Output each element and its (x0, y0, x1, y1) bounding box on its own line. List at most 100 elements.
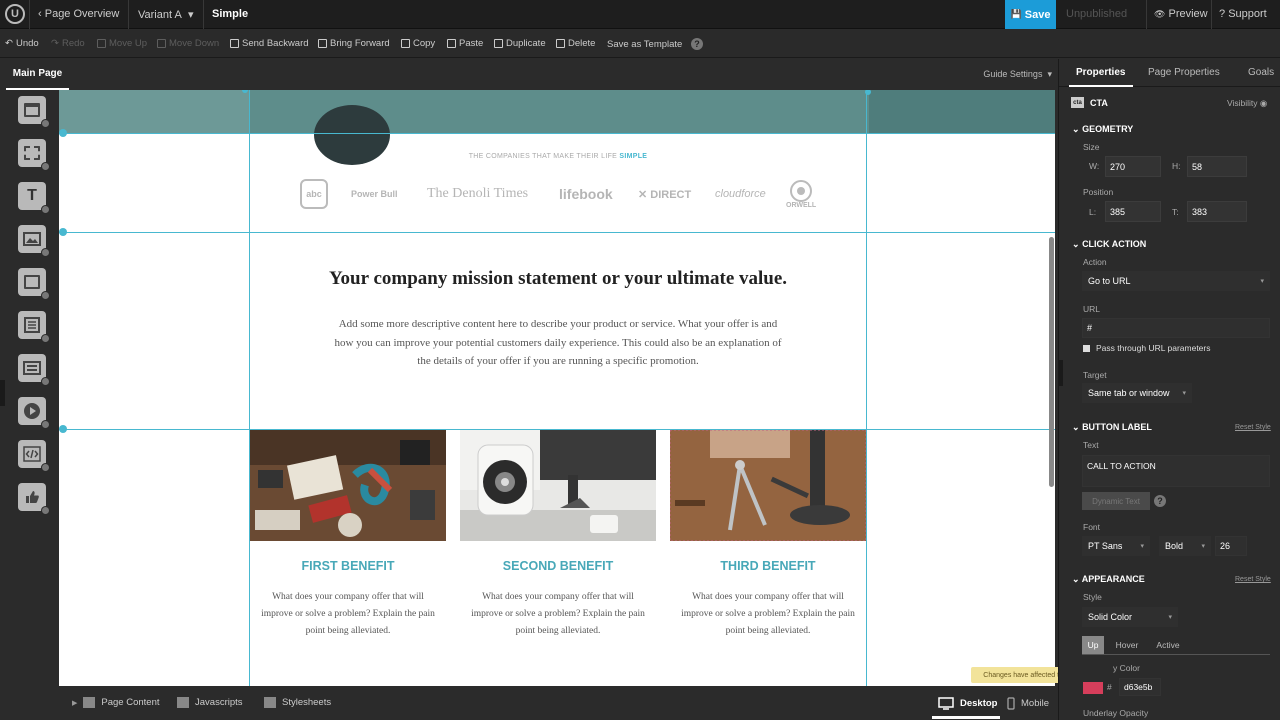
benefit-text-2[interactable]: What does your company offer that will i… (471, 589, 645, 640)
visibility-toggle[interactable]: Visibility ◉ (1227, 98, 1267, 109)
benefit-text-1[interactable]: What does your company offer that will i… (261, 589, 435, 640)
guide-settings-dropdown[interactable]: Guide Settings ▾ (983, 69, 1052, 80)
tab-page-properties[interactable]: Page Properties (1148, 67, 1220, 78)
undo-button[interactable]: ↶ Undo (5, 38, 39, 49)
click-action-section-header[interactable]: ⌄ CLICK ACTION (1072, 239, 1146, 250)
benefit-title-3[interactable]: THIRD BENEFIT (670, 559, 866, 573)
unpublished-button[interactable]: Unpublished (1066, 8, 1127, 20)
button-label-section-header[interactable]: ⌄ BUTTON LABEL (1072, 422, 1152, 433)
help-icon[interactable]: ? (690, 38, 703, 50)
move-up-button[interactable]: Move Up (97, 38, 147, 49)
benefit-image-2[interactable] (460, 430, 656, 541)
page-overview-link[interactable]: ‹ Page Overview (38, 8, 119, 20)
benefit-image-3[interactable] (670, 430, 866, 541)
cta-element-icon: cta (1071, 97, 1084, 108)
abc-logo[interactable]: abc (300, 178, 328, 210)
desktop-view-button[interactable]: Desktop (938, 697, 997, 710)
delete-button[interactable]: Delete (556, 38, 595, 49)
style-select[interactable]: Solid Color ▾ (1082, 607, 1178, 627)
benefit-text-3[interactable]: What does your company offer that will i… (681, 589, 855, 640)
save-button[interactable]: 💾 Save (1005, 0, 1056, 29)
image-tool-icon[interactable] (18, 225, 50, 257)
left-position-input[interactable]: 385 (1105, 201, 1161, 222)
canvas-scrollbar[interactable] (1049, 237, 1054, 487)
pass-through-checkbox[interactable]: Pass through URL parameters (1083, 343, 1211, 353)
height-input[interactable]: 58 (1187, 156, 1247, 177)
thumbs-up-tool-icon[interactable] (18, 483, 50, 515)
page-title: Simple (212, 8, 249, 20)
app-logo-icon[interactable]: U (5, 4, 25, 24)
section-tool-icon[interactable] (18, 96, 50, 128)
font-weight-select[interactable]: Bold ▾ (1159, 536, 1211, 556)
save-as-template-button[interactable]: Save as Template ? (607, 38, 703, 50)
dynamic-text-button[interactable]: Dynamic Text (1082, 492, 1150, 510)
stylesheets-button[interactable]: Stylesheets (264, 697, 331, 708)
left-panel-collapse-handle[interactable] (0, 380, 5, 406)
duplicate-icon (494, 39, 503, 48)
reset-style-link[interactable]: Reset Style (1235, 576, 1271, 583)
companies-heading[interactable]: THE COMPANIES THAT MAKE THEIR LIFE SIMPL… (249, 153, 867, 160)
top-position-input[interactable]: 383 (1187, 201, 1247, 222)
box-tool-icon[interactable] (18, 139, 50, 171)
move-down-button[interactable]: Move Down (157, 38, 219, 49)
state-tab-up[interactable]: Up (1082, 636, 1104, 654)
url-label: URL (1083, 304, 1101, 314)
support-button[interactable]: ? Support (1219, 8, 1267, 20)
lifebook-logo[interactable]: lifebook (559, 178, 613, 210)
form-tool-icon[interactable] (18, 311, 50, 343)
reset-style-link[interactable]: Reset Style (1235, 424, 1271, 431)
javascripts-button[interactable]: Javascripts (177, 697, 243, 708)
denoli-times-logo[interactable]: The Denoli Times (427, 178, 528, 210)
paste-button[interactable]: Paste (447, 38, 483, 49)
help-icon[interactable]: ? (1154, 495, 1166, 507)
color-hex-input[interactable]: d63e5b (1119, 678, 1161, 696)
tab-properties[interactable]: Properties (1076, 67, 1125, 78)
direct-logo[interactable]: ✕ DIRECT (638, 178, 691, 210)
copy-button[interactable]: Copy (401, 38, 435, 49)
edit-toolbar: ↶ Undo ↷ Redo Move Up Move Down Send Backw… (0, 30, 1280, 58)
social-widget-tool-icon[interactable] (18, 354, 50, 386)
section-resize-handle[interactable] (59, 228, 67, 236)
button-text-input[interactable]: CALL TO ACTION (1082, 455, 1270, 487)
redo-icon: ↷ (51, 38, 59, 49)
width-input[interactable]: 270 (1105, 156, 1161, 177)
benefit-title-2[interactable]: SECOND BENEFIT (460, 559, 656, 573)
font-size-input[interactable]: 26 (1215, 536, 1247, 556)
tab-main-page[interactable]: Main Page (6, 59, 69, 90)
benefit-image-1[interactable] (250, 430, 446, 541)
target-select[interactable]: Same tab or window ▾ (1082, 383, 1192, 403)
button-tool-icon[interactable] (18, 268, 50, 300)
mobile-view-button[interactable]: Mobile (1007, 697, 1049, 710)
url-input[interactable]: # (1082, 318, 1270, 338)
state-tab-active[interactable]: Active (1149, 636, 1187, 654)
cloudforce-logo[interactable]: cloudforce (715, 178, 766, 210)
mission-description[interactable]: Add some more descriptive content here t… (329, 315, 787, 371)
send-backward-button[interactable]: Send Backward (230, 38, 309, 49)
appearance-section-header[interactable]: ⌄ APPEARANCE (1072, 574, 1145, 585)
tab-goals[interactable]: Goals (1248, 67, 1274, 78)
custom-html-tool-icon[interactable] (18, 440, 50, 472)
orwell-logo[interactable]: ORWELL (786, 178, 816, 210)
variant-dropdown[interactable]: Variant A ▾ (138, 8, 193, 21)
divider (128, 0, 129, 29)
page-canvas[interactable]: THE COMPANIES THAT MAKE THEIR LIFE SIMPL… (59, 90, 1055, 686)
action-select[interactable]: Go to URL ▾ (1082, 271, 1270, 291)
duplicate-button[interactable]: Duplicate (494, 38, 546, 49)
right-panel-collapse-handle[interactable] (1058, 360, 1063, 386)
video-tool-icon[interactable] (18, 397, 50, 429)
powerbull-logo[interactable]: Power Bull (351, 178, 398, 210)
text-tool-icon[interactable]: T (18, 182, 50, 214)
section-resize-handle[interactable] (59, 129, 67, 137)
state-tab-hover[interactable]: Hover (1109, 636, 1145, 654)
bring-forward-button[interactable]: Bring Forward (318, 38, 390, 49)
font-family-select[interactable]: PT Sans ▾ (1082, 536, 1150, 556)
geometry-section-header[interactable]: ⌄ GEOMETRY (1072, 124, 1133, 135)
redo-button[interactable]: ↷ Redo (51, 38, 85, 49)
background-color-swatch[interactable] (1083, 682, 1103, 694)
page-content-button[interactable]: ▶ Page Content (72, 697, 160, 708)
benefit-title-1[interactable]: FIRST BENEFIT (250, 559, 446, 573)
section-resize-handle[interactable] (59, 425, 67, 433)
preview-button[interactable]: 👁 Preview (1154, 8, 1208, 20)
properties-panel: Properties Page Properties Goals cta CTA… (1058, 59, 1280, 720)
mission-heading[interactable]: Your company mission statement or your u… (249, 268, 867, 290)
